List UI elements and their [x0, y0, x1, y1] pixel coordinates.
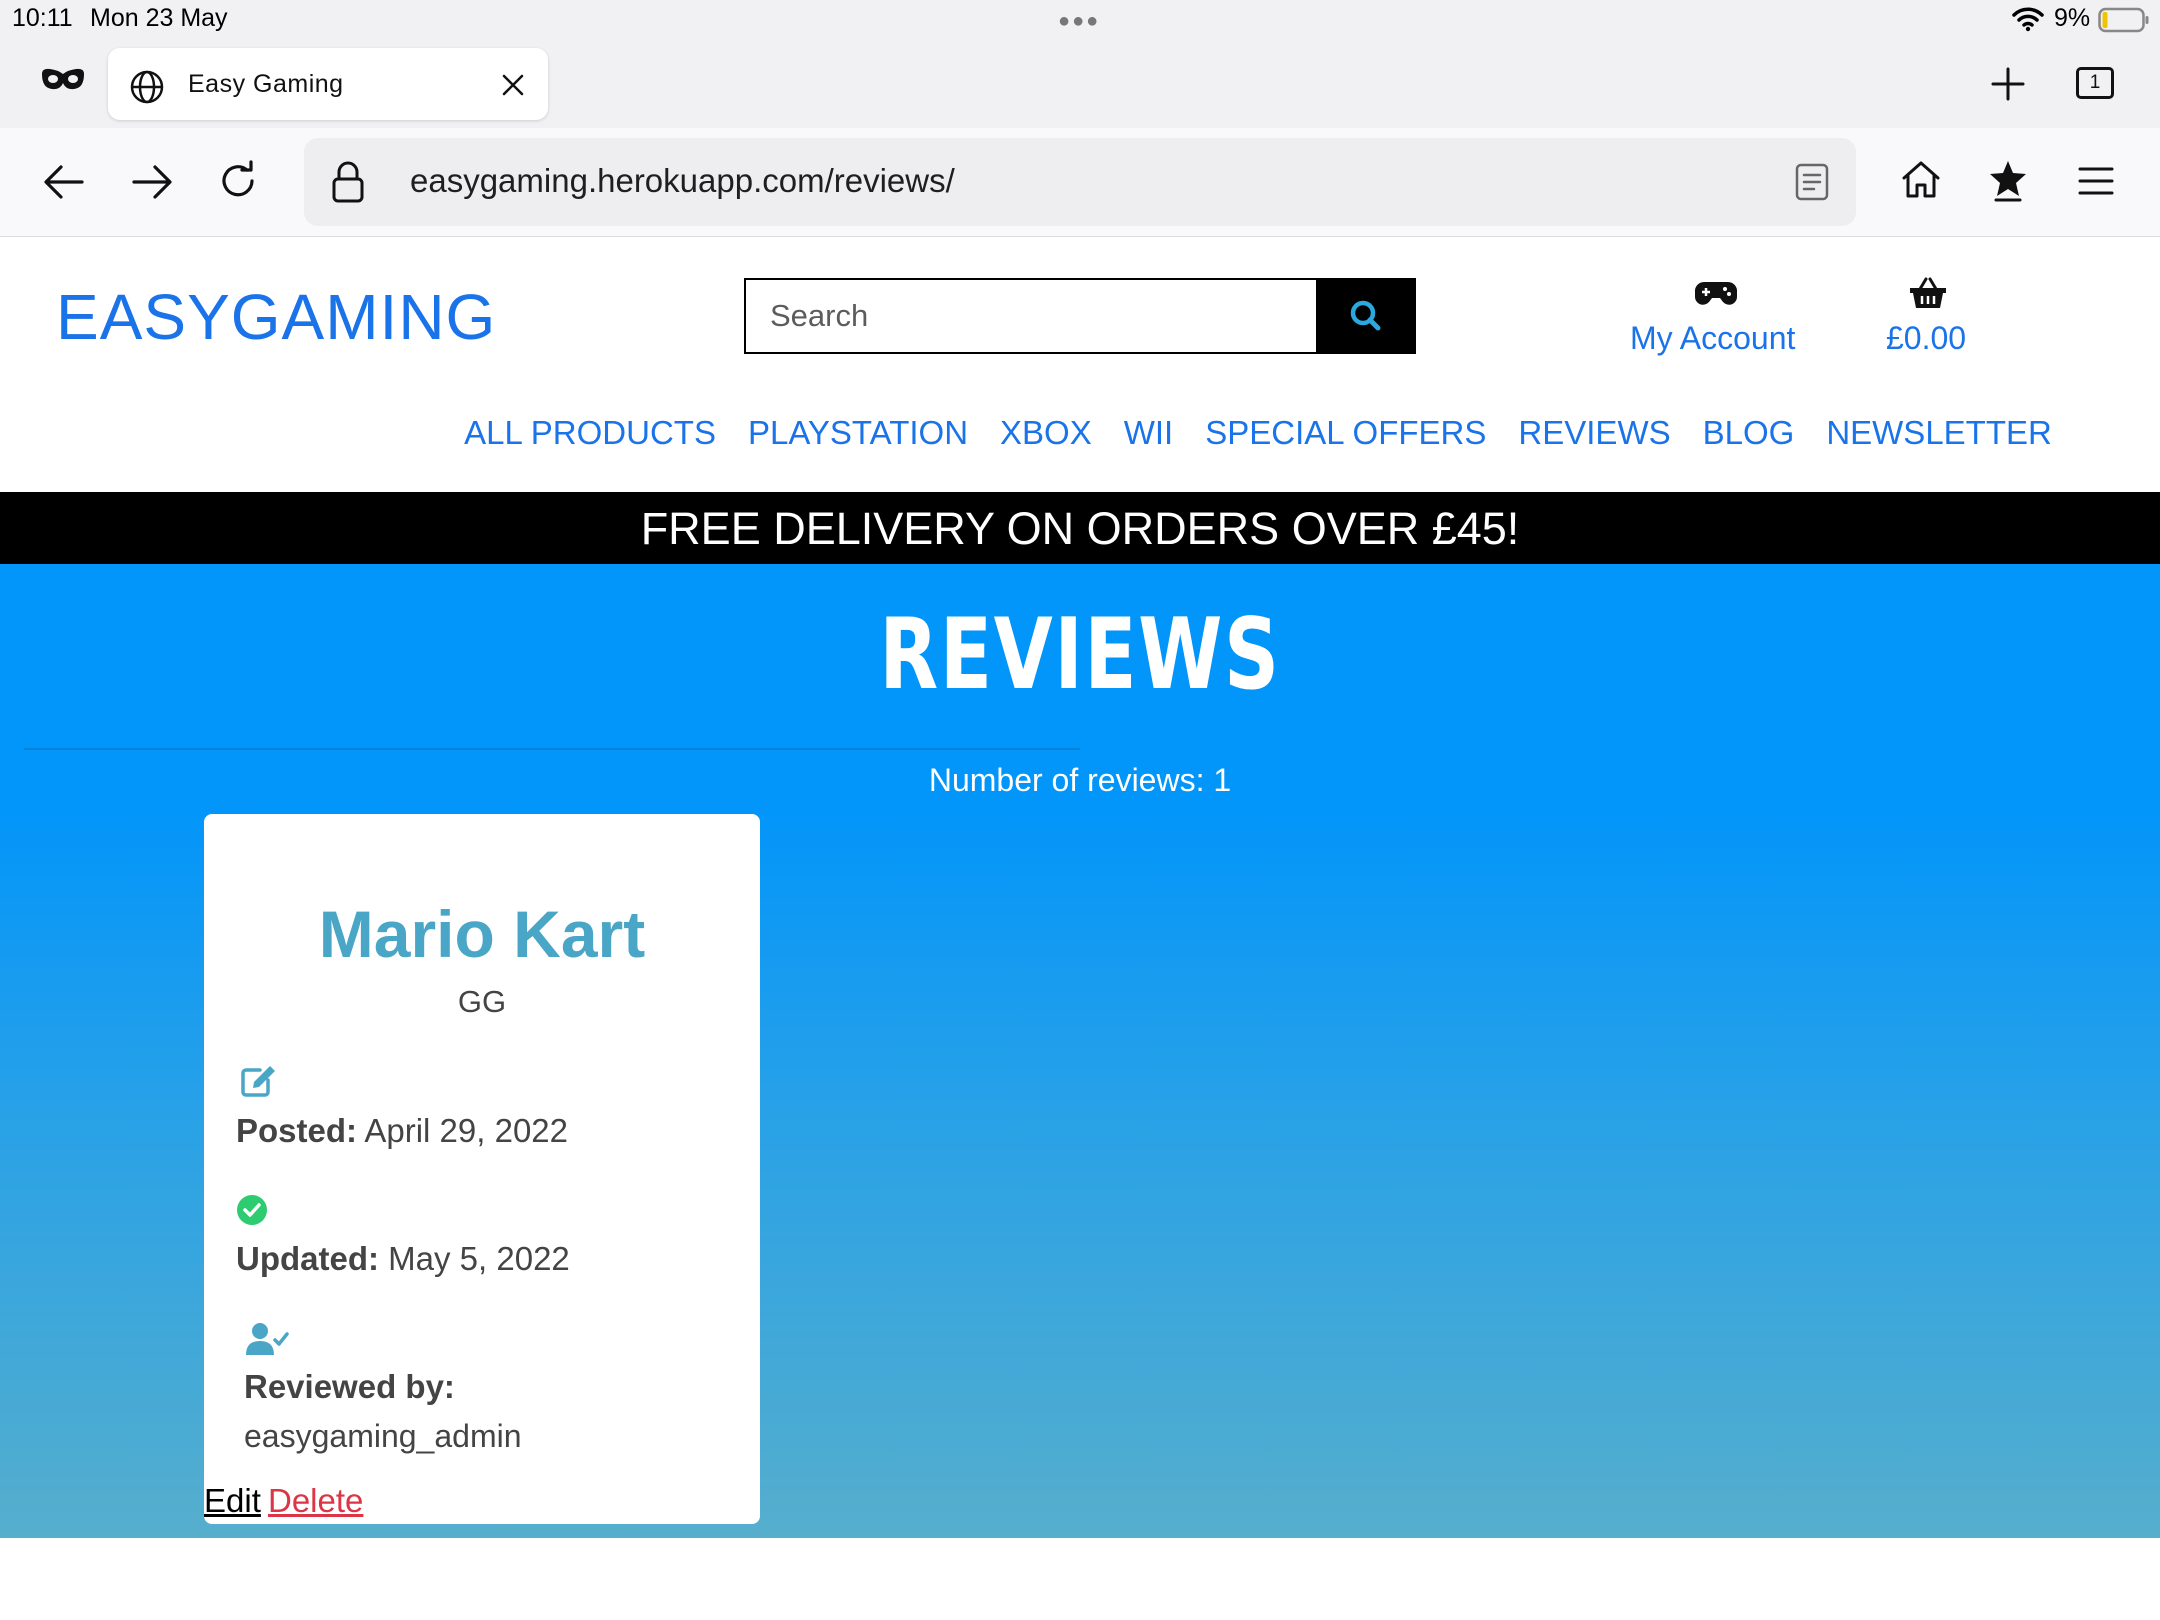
posted-label: Posted:: [236, 1112, 358, 1149]
posted-value: April 29, 2022: [364, 1112, 569, 1149]
home-icon[interactable]: [1900, 158, 1942, 200]
updated-value: May 5, 2022: [388, 1240, 570, 1277]
status-date: Mon 23 May: [90, 4, 228, 32]
hero-divider: [24, 748, 1080, 750]
nav-blog[interactable]: BLOG: [1703, 414, 1795, 452]
new-tab-icon[interactable]: [1990, 66, 2026, 102]
page-title: REVIEWS: [879, 598, 1281, 712]
menu-icon[interactable]: [2078, 166, 2114, 196]
review-text: GG: [457, 984, 507, 1019]
nav-playstation[interactable]: PLAYSTATION: [748, 414, 968, 452]
gamepad-icon[interactable]: [1694, 278, 1738, 308]
wifi-icon: [2012, 6, 2044, 32]
delete-review-link[interactable]: Delete: [268, 1482, 363, 1520]
reader-view-icon[interactable]: [1794, 162, 1830, 202]
nav-xbox[interactable]: XBOX: [1000, 414, 1092, 452]
edit-note-icon: [240, 1064, 278, 1098]
search-button[interactable]: [1316, 278, 1416, 354]
review-title: Mario Kart: [318, 897, 646, 971]
nav-newsletter[interactable]: NEWSLETTER: [1826, 414, 2052, 452]
reviewer-name: easygaming_admin: [244, 1418, 522, 1454]
back-icon[interactable]: [42, 162, 86, 202]
check-circle-icon: [236, 1194, 268, 1226]
close-tab-icon[interactable]: [500, 72, 526, 98]
nav-all-products[interactable]: ALL PRODUCTS: [464, 414, 716, 452]
main-navigation: ALL PRODUCTS PLAYSTATION XBOX WII SPECIA…: [0, 414, 2160, 452]
site-logo[interactable]: EASYGAMING: [56, 280, 496, 354]
updated-label: Updated:: [236, 1240, 379, 1277]
basket-total[interactable]: £0.00: [1886, 320, 1966, 357]
url-text[interactable]: easygaming.herokuapp.com/reviews/: [410, 162, 955, 200]
globe-icon: [128, 68, 166, 106]
private-mask-icon[interactable]: [40, 66, 86, 94]
battery-icon: [2098, 6, 2150, 34]
nav-reviews[interactable]: REVIEWS: [1518, 414, 1670, 452]
review-count: Number of reviews: 1: [928, 762, 1232, 798]
multitasking-dots-icon[interactable]: ●●●: [1058, 10, 1100, 33]
battery-percentage: 9%: [2054, 4, 2091, 32]
posted-date: Posted: April 29, 2022: [236, 1112, 568, 1150]
reload-icon[interactable]: [218, 160, 260, 202]
bookmarks-star-icon[interactable]: [1988, 158, 2028, 204]
user-check-icon: [246, 1322, 290, 1356]
nav-special-offers[interactable]: SPECIAL OFFERS: [1205, 414, 1486, 452]
updated-date: Updated: May 5, 2022: [236, 1240, 570, 1278]
lock-icon[interactable]: [330, 160, 366, 204]
my-account-link[interactable]: My Account: [1630, 320, 1795, 357]
tab-title: Easy Gaming: [188, 70, 344, 98]
page-bottom: [0, 1538, 2160, 1620]
nav-wii[interactable]: WII: [1124, 414, 1173, 452]
forward-icon[interactable]: [130, 162, 174, 202]
search-icon: [1350, 300, 1381, 331]
search-input[interactable]: [744, 278, 1318, 354]
status-time: 10:11: [12, 4, 73, 32]
reviewed-by-label: Reviewed by:: [244, 1368, 455, 1405]
edit-review-link[interactable]: Edit: [204, 1482, 261, 1520]
tab-overview-button[interactable]: 1: [2076, 67, 2114, 99]
basket-icon[interactable]: [1908, 276, 1948, 310]
delivery-banner: FREE DELIVERY ON ORDERS OVER £45!: [0, 492, 2160, 564]
